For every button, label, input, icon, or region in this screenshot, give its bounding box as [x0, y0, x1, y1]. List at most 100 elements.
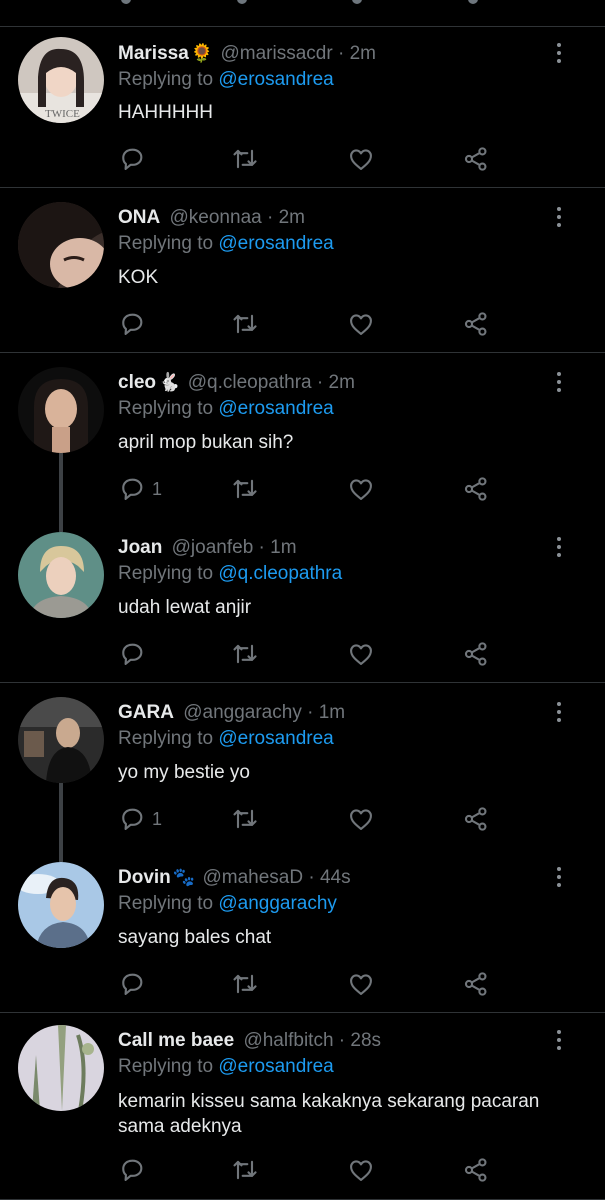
- display-name[interactable]: Dovin: [118, 867, 171, 888]
- avatar[interactable]: TWICE: [18, 37, 104, 123]
- timestamp[interactable]: 1m: [270, 537, 296, 558]
- reply-button[interactable]: [118, 1155, 152, 1185]
- retweet-button[interactable]: [231, 474, 259, 504]
- like-button[interactable]: [347, 309, 375, 339]
- name-emoji: 🌻: [190, 43, 214, 63]
- replying-to-link[interactable]: @anggarachy: [218, 893, 337, 914]
- share-button[interactable]: [462, 144, 490, 174]
- display-name[interactable]: Call me baee: [118, 1030, 234, 1051]
- tweet-text: april mop bukan sih?: [118, 430, 579, 455]
- retweet-button[interactable]: [231, 144, 259, 174]
- timestamp[interactable]: 2m: [329, 372, 355, 393]
- tweet-text-line: kemarin kisseu sama kakaknya sekarang pa…: [118, 1091, 540, 1112]
- reply-count: 1: [152, 808, 163, 829]
- share-button[interactable]: [462, 969, 490, 999]
- share-button[interactable]: [462, 309, 490, 339]
- timestamp[interactable]: 28s: [350, 1030, 381, 1051]
- display-name[interactable]: cleo: [118, 372, 156, 393]
- retweet-icon: [233, 809, 257, 829]
- more-options-icon[interactable]: [550, 41, 568, 65]
- avatar[interactable]: [18, 532, 104, 618]
- like-button[interactable]: [347, 1155, 375, 1185]
- share-button[interactable]: [462, 474, 490, 504]
- name-emoji: 🐇: [158, 372, 181, 392]
- tweet-ona[interactable]: ONA @keonnaa · 2m Replying to @erosandre…: [0, 188, 605, 353]
- username[interactable]: @halfbitch: [243, 1030, 333, 1051]
- replying-to-link[interactable]: @erosandrea: [218, 398, 333, 419]
- more-options-icon[interactable]: [550, 1028, 568, 1052]
- username[interactable]: @joanfeb: [172, 537, 254, 558]
- replying-to-link[interactable]: @erosandrea: [218, 69, 333, 90]
- username[interactable]: @anggarachy: [183, 702, 302, 723]
- tweet-cleo[interactable]: cleo 🐇 @q.cleopathra · 2m Replying to @er…: [0, 353, 605, 518]
- like-icon[interactable]: [352, 0, 362, 4]
- avatar[interactable]: [18, 202, 104, 288]
- tweet-gara[interactable]: GARA @anggarachy · 1m Replying to @erosa…: [0, 683, 605, 848]
- like-button[interactable]: [347, 639, 375, 669]
- share-button[interactable]: [462, 804, 490, 834]
- reply-button[interactable]: [118, 144, 152, 174]
- reply-button[interactable]: [118, 639, 152, 669]
- replying-to-link[interactable]: @erosandrea: [218, 1056, 333, 1077]
- avatar[interactable]: [18, 1025, 104, 1111]
- retweet-button[interactable]: [231, 804, 259, 834]
- more-options-icon[interactable]: [550, 370, 568, 394]
- replying-to-link[interactable]: @erosandrea: [218, 233, 333, 254]
- replying-to-label: Replying to: [118, 893, 214, 914]
- more-options-icon[interactable]: [550, 205, 568, 229]
- username[interactable]: @q.cleopathra: [188, 372, 312, 393]
- display-name[interactable]: ONA: [118, 207, 160, 228]
- tweet-actions: [118, 309, 498, 339]
- display-name[interactable]: Marissa: [118, 43, 189, 64]
- share-icon[interactable]: [468, 0, 478, 4]
- replying-to-link[interactable]: @q.cleopathra: [218, 563, 342, 584]
- like-icon: [350, 479, 372, 500]
- like-button[interactable]: [347, 144, 375, 174]
- retweet-button[interactable]: [231, 639, 259, 669]
- retweet-button[interactable]: [231, 309, 259, 339]
- tweet-actions: [118, 969, 498, 999]
- like-button[interactable]: [347, 474, 375, 504]
- tweet-marissa[interactable]: TWICE Marissa 🌻 @marissacdr · 2m Replying…: [0, 27, 605, 188]
- username[interactable]: @mahesaD: [202, 867, 303, 888]
- tweet-dovin[interactable]: Dovin 🐾 @mahesaD · 44s Replying to @angga…: [0, 848, 605, 1013]
- replying-to: Replying to @erosandrea: [118, 726, 334, 752]
- reply-icon[interactable]: [121, 0, 131, 4]
- share-icon: [464, 972, 487, 996]
- retweet-icon: [233, 974, 257, 994]
- timestamp[interactable]: 1m: [319, 702, 345, 723]
- retweet-button[interactable]: [231, 969, 259, 999]
- retweet-icon[interactable]: [237, 0, 247, 4]
- username[interactable]: @marissacdr: [220, 43, 332, 64]
- replying-to-link[interactable]: @erosandrea: [218, 728, 333, 749]
- more-options-icon[interactable]: [550, 535, 568, 559]
- tweet-text: udah lewat anjir: [118, 595, 579, 620]
- avatar[interactable]: [18, 697, 104, 783]
- timestamp[interactable]: 2m: [350, 43, 376, 64]
- like-button[interactable]: [347, 969, 375, 999]
- share-button[interactable]: [462, 639, 490, 669]
- reply-button[interactable]: 1: [118, 804, 162, 834]
- display-name[interactable]: Joan: [118, 537, 162, 558]
- reply-button[interactable]: [118, 969, 152, 999]
- timestamp[interactable]: 2m: [279, 207, 305, 228]
- like-button[interactable]: [347, 804, 375, 834]
- reply-icon: [122, 808, 143, 830]
- reply-icon: [122, 478, 143, 500]
- reply-button[interactable]: [118, 309, 152, 339]
- tweet-text-line: sayang bales chat: [118, 927, 272, 948]
- display-name[interactable]: GARA: [118, 702, 174, 723]
- username[interactable]: @keonnaa: [170, 207, 262, 228]
- timestamp[interactable]: 44s: [320, 867, 351, 888]
- retweet-button[interactable]: [231, 1155, 259, 1185]
- tweet-joan[interactable]: Joan @joanfeb · 1m Replying to @q.cleopa…: [0, 518, 605, 683]
- reply-button[interactable]: 1: [118, 474, 162, 504]
- tweet-call-me-baee[interactable]: Call me baee @halfbitch · 28s Replying t…: [0, 1013, 605, 1200]
- separator-dot: ·: [338, 1030, 346, 1051]
- more-options-icon[interactable]: [550, 865, 568, 889]
- replying-to-label: Replying to: [118, 1056, 214, 1077]
- more-options-icon[interactable]: [550, 700, 568, 724]
- avatar[interactable]: [18, 367, 104, 453]
- avatar[interactable]: [18, 862, 104, 948]
- share-button[interactable]: [462, 1155, 490, 1185]
